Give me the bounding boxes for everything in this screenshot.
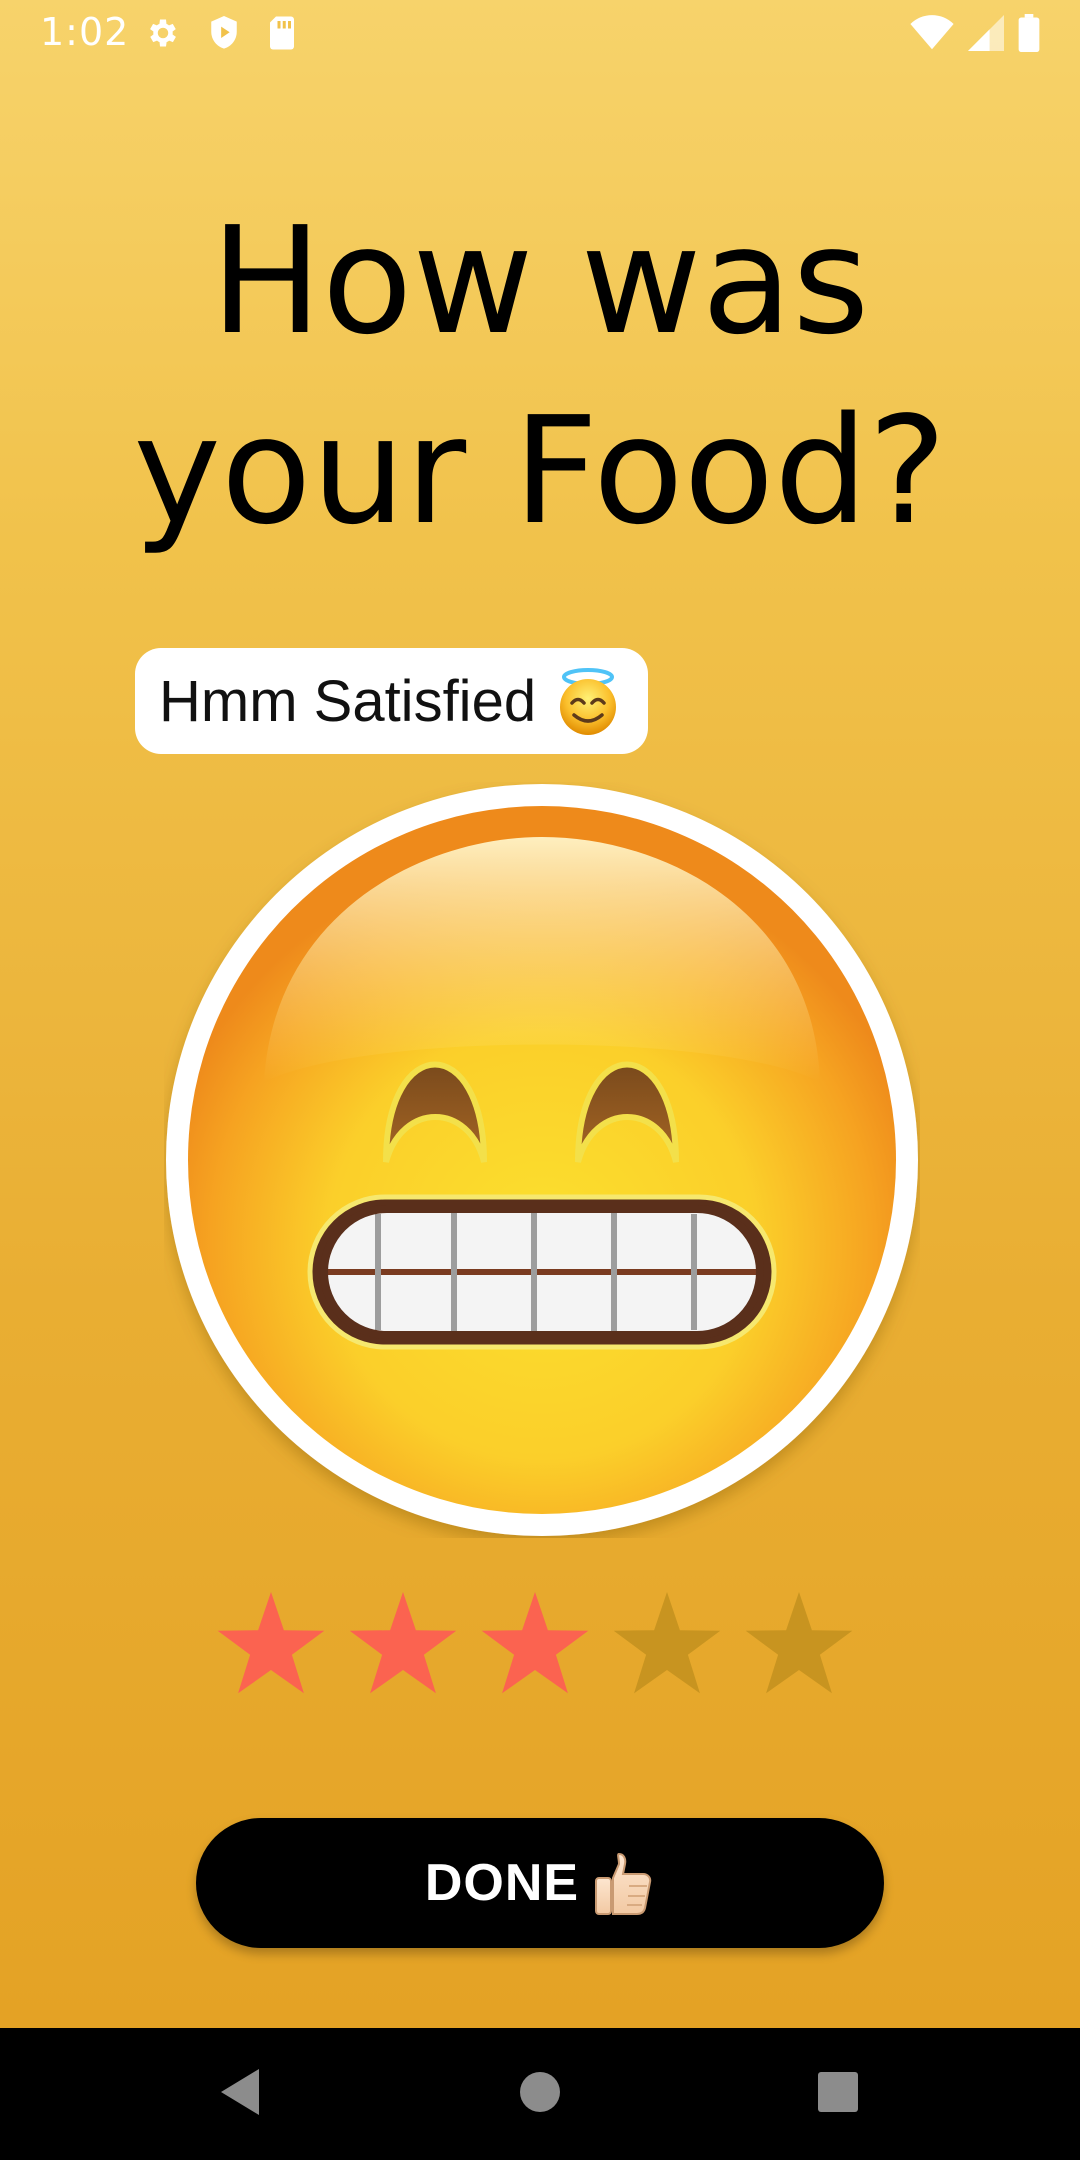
status-icons-right bbox=[910, 14, 1040, 52]
battery-icon bbox=[1018, 14, 1040, 52]
star-4-empty[interactable] bbox=[611, 1588, 723, 1700]
star-1-filled[interactable] bbox=[215, 1588, 327, 1700]
star-2-filled[interactable] bbox=[347, 1588, 459, 1700]
title-line-1: How was bbox=[210, 195, 870, 367]
wifi-icon bbox=[910, 15, 954, 51]
page-title: How was your Food? bbox=[0, 186, 1080, 566]
feedback-text: Hmm Satisfied bbox=[159, 668, 537, 734]
back-button[interactable] bbox=[170, 2028, 310, 2160]
grinning-face-with-smiling-eyes-icon bbox=[164, 782, 920, 1538]
gear-icon bbox=[145, 15, 181, 51]
status-bar: 1:02 bbox=[0, 0, 1080, 66]
done-label: DONE bbox=[424, 1854, 580, 1912]
feedback-bubble: Hmm Satisfied bbox=[135, 648, 649, 754]
smiling-face-with-halo-icon bbox=[552, 665, 624, 737]
star-5-empty[interactable] bbox=[743, 1588, 855, 1700]
shield-play-icon bbox=[207, 14, 241, 52]
star-3-filled[interactable] bbox=[479, 1588, 591, 1700]
sd-card-icon bbox=[267, 15, 297, 51]
title-line-2: your Food? bbox=[133, 385, 947, 557]
done-button[interactable]: DONE bbox=[196, 1818, 884, 1948]
recents-button[interactable] bbox=[768, 2028, 908, 2160]
home-button[interactable] bbox=[470, 2028, 610, 2160]
recents-icon bbox=[816, 2070, 860, 2119]
navigation-bar bbox=[0, 2028, 1080, 2160]
status-icons-left bbox=[145, 14, 297, 52]
back-icon bbox=[217, 2066, 263, 2123]
star-rating bbox=[215, 1588, 855, 1700]
thumbs-up-icon bbox=[593, 1850, 655, 1916]
home-icon bbox=[518, 2070, 562, 2119]
status-time: 1:02 bbox=[40, 10, 130, 54]
cell-signal-icon bbox=[968, 15, 1004, 51]
